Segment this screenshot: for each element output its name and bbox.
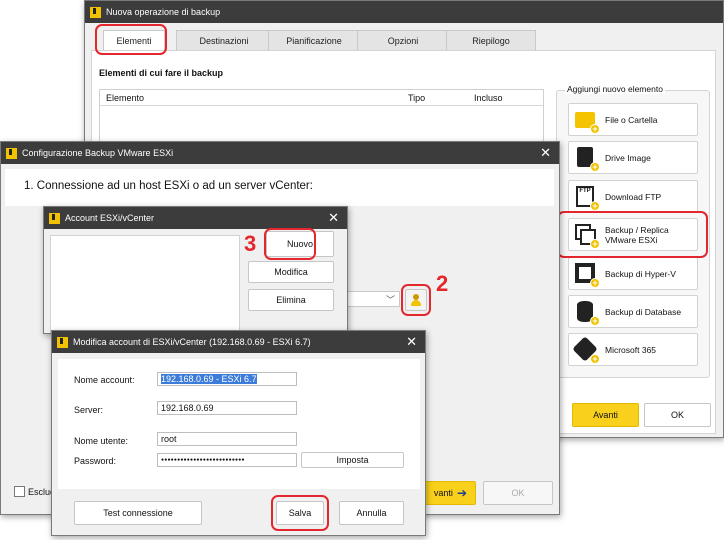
edit-account-titlebar: Modifica account di ESXi/vCenter (192.16…: [52, 331, 425, 353]
add-file-folder-button[interactable]: + File o Cartella: [568, 103, 698, 136]
add-ftp-download-button[interactable]: FTP + Download FTP: [568, 180, 698, 213]
add-drive-image-button[interactable]: + Drive Image: [568, 141, 698, 174]
items-table: Elemento Tipo Incluso: [99, 89, 544, 149]
password-label: Password:: [74, 456, 117, 466]
tab-label: Riepilogo: [472, 35, 510, 46]
ok-button[interactable]: OK: [644, 403, 711, 427]
callout-highlight-vmware: [557, 211, 708, 258]
add-database-button[interactable]: + Backup di Database: [568, 295, 698, 328]
app-logo-icon: [49, 212, 60, 224]
tab-riepilogo[interactable]: Riepilogo: [446, 30, 536, 50]
folder-icon: +: [575, 109, 600, 134]
add-microsoft365-button[interactable]: + Microsoft 365: [568, 333, 698, 366]
side-item-label: Backup di Hyper-V: [605, 268, 676, 279]
tab-destinazioni[interactable]: Destinazioni: [176, 30, 272, 50]
callout-highlight-new: [264, 228, 316, 260]
cancel-button[interactable]: Annulla: [339, 501, 404, 525]
tab-opzioni[interactable]: Opzioni: [357, 30, 449, 50]
username-field[interactable]: root: [157, 432, 297, 446]
items-section-title: Elementi di cui fare il backup: [99, 68, 224, 78]
side-item-label: File o Cartella: [605, 114, 658, 125]
field-value: root: [161, 434, 177, 444]
button-label: Test connessione: [103, 508, 173, 518]
server-label: Server:: [74, 405, 104, 415]
add-hyperv-button[interactable]: + Backup di Hyper-V: [568, 257, 698, 290]
side-item-label: Backup di Database: [605, 306, 682, 317]
accounts-title: Account ESXi/vCenter: [65, 213, 155, 223]
esxi-ok-button[interactable]: OK: [483, 481, 553, 505]
username-label: Nome utente:: [74, 436, 129, 446]
app-logo-icon: [90, 6, 101, 18]
accounts-titlebar: Account ESXi/vCenter ✕: [44, 207, 347, 229]
header-elemento[interactable]: Elemento: [106, 93, 144, 103]
backup-window-title: Nuova operazione di backup: [106, 7, 221, 17]
hyperv-icon: +: [575, 262, 600, 288]
close-icon[interactable]: ✕: [406, 335, 417, 348]
tab-label: Opzioni: [387, 35, 419, 46]
account-name-field[interactable]: 192.168.0.69 - ESXi 6.7: [157, 372, 297, 386]
side-item-label: Microsoft 365: [605, 344, 657, 355]
header-tipo[interactable]: Tipo: [408, 93, 425, 103]
callout-highlight-save: [271, 495, 329, 531]
edit-account-title: Modifica account di ESXi/vCenter (192.16…: [73, 337, 311, 347]
button-label: Annulla: [356, 508, 387, 518]
server-field[interactable]: 192.168.0.69: [157, 401, 297, 415]
button-label: OK: [670, 410, 684, 420]
close-icon[interactable]: ✕: [540, 146, 551, 159]
test-connection-button[interactable]: Test connessione: [74, 501, 202, 525]
microsoft365-icon: +: [572, 335, 600, 364]
drive-image-icon: +: [575, 146, 600, 172]
callout-number-3: 3: [244, 231, 257, 256]
ftp-icon: FTP +: [575, 185, 600, 211]
button-label: vanti: [433, 488, 453, 498]
button-label: Imposta: [336, 455, 369, 465]
next-button[interactable]: Avanti: [572, 403, 639, 427]
side-item-label: Drive Image: [605, 152, 651, 163]
header-incluso[interactable]: Incluso: [474, 93, 503, 103]
tab-pianificazione[interactable]: Pianificazione: [268, 30, 360, 50]
password-field[interactable]: ●●●●●●●●●●●●●●●●●●●●●●●●●●: [157, 453, 297, 467]
add-element-title: Aggiungi nuovo elemento: [565, 84, 665, 94]
button-label: Avanti: [593, 410, 618, 420]
backup-titlebar: Nuova operazione di backup: [85, 1, 723, 23]
step-text: 1. Connessione ad un host ESXi o ad un s…: [24, 180, 313, 192]
exclude-checkbox[interactable]: [14, 486, 25, 497]
side-item-label: Download FTP: [605, 191, 662, 202]
close-icon[interactable]: ✕: [328, 211, 339, 224]
button-label: Elimina: [276, 295, 306, 305]
chevron-down-icon: ﹀: [385, 295, 395, 305]
field-value: 192.168.0.69 - ESXi 6.7: [161, 374, 257, 384]
database-icon: +: [575, 300, 600, 326]
edit-account-button[interactable]: Modifica: [248, 261, 334, 283]
button-label: Modifica: [274, 267, 308, 277]
arrow-right-icon: ➔: [456, 486, 467, 500]
host-select[interactable]: ﹀: [344, 291, 400, 307]
button-label: OK: [511, 488, 525, 498]
esxi-config-titlebar: Configurazione Backup VMware ESXi ✕: [1, 142, 559, 164]
esxi-config-title: Configurazione Backup VMware ESXi: [22, 148, 174, 158]
account-name-label: Nome account:: [74, 375, 135, 385]
tab-label: Destinazioni: [199, 35, 249, 46]
callout-highlight-tab: [95, 24, 167, 55]
set-password-button[interactable]: Imposta: [301, 452, 404, 468]
tab-label: Pianificazione: [286, 35, 342, 46]
field-value: 192.168.0.69: [161, 403, 214, 413]
delete-account-button[interactable]: Elimina: [248, 289, 334, 311]
callout-highlight-accounts: [401, 284, 431, 316]
accounts-list[interactable]: [50, 235, 240, 333]
callout-number-2: 2: [436, 271, 449, 296]
field-value: ●●●●●●●●●●●●●●●●●●●●●●●●●●: [161, 457, 245, 463]
app-logo-icon: [57, 336, 68, 348]
app-logo-icon: [6, 147, 17, 159]
